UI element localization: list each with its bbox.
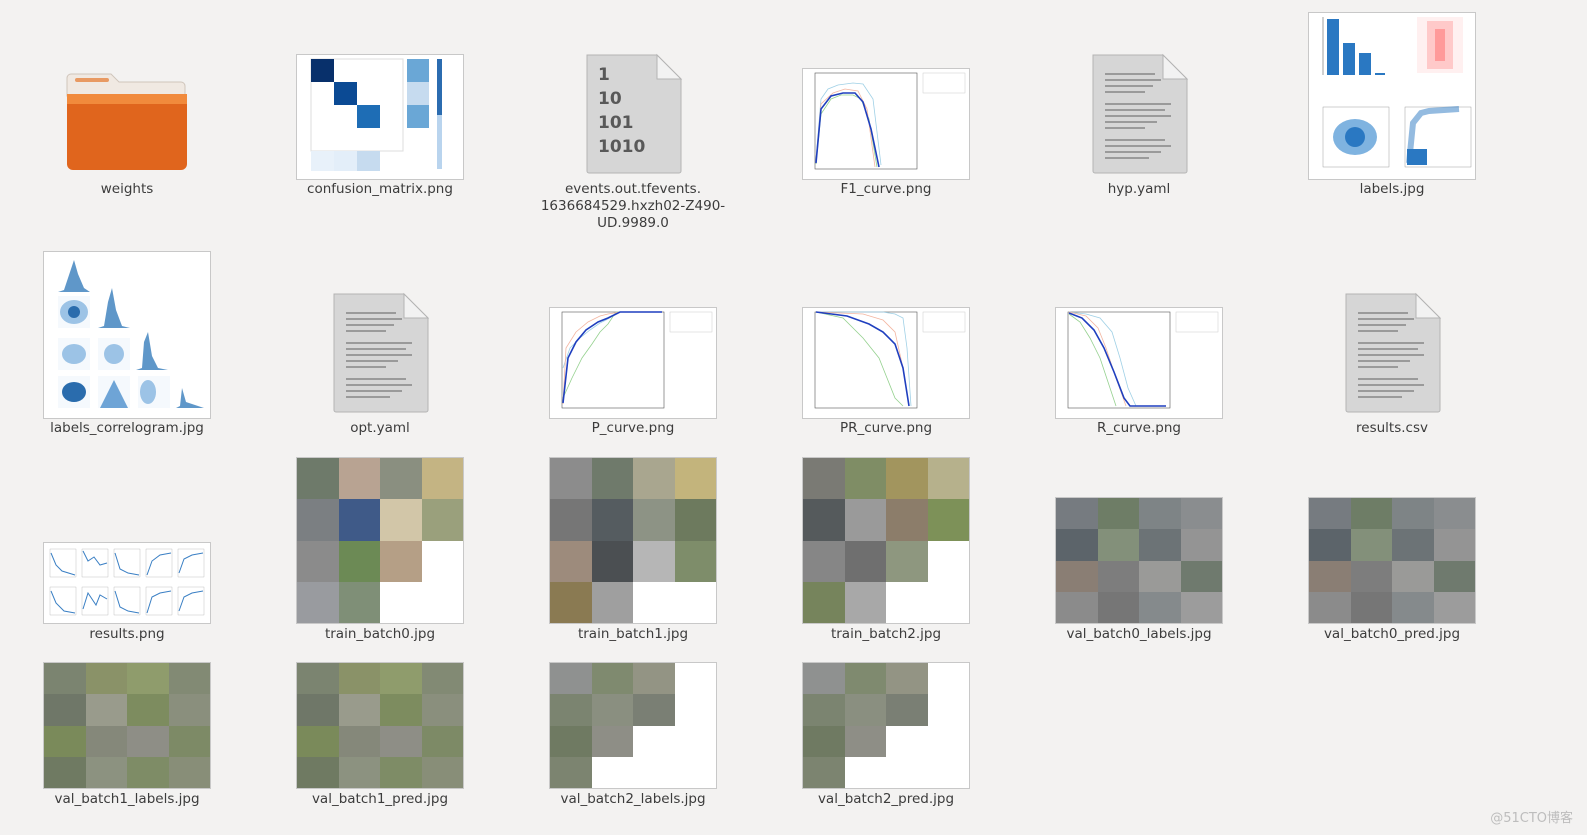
- file-name: labels_correlogram.jpg: [50, 420, 204, 436]
- file-name: F1_curve.png: [840, 181, 932, 197]
- image-thumbnail: [802, 68, 970, 180]
- image-thumbnail: [549, 307, 717, 419]
- watermark: @51CTO博客: [1490, 811, 1573, 826]
- text-file-icon: [1092, 53, 1189, 174]
- file-item-labels-correlogram[interactable]: labels_correlogram.jpg: [2, 240, 252, 440]
- text-file-icon: [333, 292, 430, 413]
- image-thumbnail: [43, 662, 211, 789]
- image-thumbnail: [43, 542, 211, 624]
- file-name: hyp.yaml: [1107, 181, 1171, 197]
- text-file-icon: [1345, 292, 1442, 413]
- file-name: opt.yaml: [350, 420, 410, 436]
- file-name: results.csv: [1356, 420, 1428, 436]
- file-name: train_batch2.jpg: [830, 626, 942, 642]
- file-name: results.png: [89, 626, 165, 642]
- file-name: val_batch0_labels.jpg: [1066, 626, 1212, 642]
- image-thumbnail: [802, 457, 970, 624]
- file-name: weights: [100, 181, 154, 197]
- file-name: events.out.tfevents. 1636684529.hxzh02-Z…: [540, 181, 726, 231]
- file-item-labels-jpg[interactable]: labels.jpg: [1267, 0, 1517, 200]
- file-item-confusion-matrix[interactable]: confusion_matrix.png: [255, 0, 505, 200]
- file-item-opt-yaml[interactable]: opt.yaml: [255, 240, 505, 440]
- file-item-events[interactable]: 1 10 101 1010 events.out.tfevents. 16366…: [508, 0, 758, 231]
- file-name: val_batch0_pred.jpg: [1323, 626, 1461, 642]
- file-item-pr-curve[interactable]: PR_curve.png: [761, 240, 1011, 440]
- image-thumbnail: [549, 457, 717, 624]
- file-item-weights[interactable]: weights: [2, 0, 252, 200]
- file-item-train-batch0[interactable]: train_batch0.jpg: [255, 450, 505, 650]
- binary-lines: 1 10 101 1010: [598, 65, 646, 157]
- file-name: P_curve.png: [591, 420, 675, 436]
- file-item-val-batch0-labels[interactable]: val_batch0_labels.jpg: [1014, 450, 1264, 650]
- image-thumbnail: [296, 457, 464, 624]
- file-item-val-batch0-pred[interactable]: val_batch0_pred.jpg: [1267, 450, 1517, 650]
- image-thumbnail: [296, 54, 464, 180]
- image-thumbnail: [549, 662, 717, 789]
- file-item-val-batch2-labels[interactable]: val_batch2_labels.jpg: [508, 655, 758, 825]
- image-thumbnail: [1308, 497, 1476, 624]
- file-name: val_batch1_pred.jpg: [311, 791, 449, 807]
- image-thumbnail: [296, 662, 464, 789]
- file-name: train_batch0.jpg: [324, 626, 436, 642]
- file-item-val-batch1-pred[interactable]: val_batch1_pred.jpg: [255, 655, 505, 825]
- file-grid: weights confusion_matrix.png 1 10 101 10…: [0, 0, 1587, 835]
- file-name: val_batch2_pred.jpg: [817, 791, 955, 807]
- file-name: R_curve.png: [1097, 420, 1181, 436]
- image-thumbnail: [1055, 497, 1223, 624]
- image-thumbnail: [1055, 307, 1223, 419]
- file-item-train-batch2[interactable]: train_batch2.jpg: [761, 450, 1011, 650]
- file-name: val_batch2_labels.jpg: [560, 791, 706, 807]
- folder-icon: [66, 73, 187, 170]
- file-item-train-batch1[interactable]: train_batch1.jpg: [508, 450, 758, 650]
- file-name: val_batch1_labels.jpg: [54, 791, 200, 807]
- image-thumbnail: [802, 662, 970, 789]
- file-name: labels.jpg: [1359, 181, 1425, 197]
- image-thumbnail: [1308, 12, 1476, 180]
- image-thumbnail: [43, 251, 211, 419]
- file-item-f1-curve[interactable]: F1_curve.png: [761, 0, 1011, 200]
- file-name: confusion_matrix.png: [307, 181, 453, 197]
- file-item-val-batch1-labels[interactable]: val_batch1_labels.jpg: [2, 655, 252, 825]
- file-name: PR_curve.png: [839, 420, 933, 436]
- file-item-r-curve[interactable]: R_curve.png: [1014, 240, 1264, 440]
- file-item-hyp-yaml[interactable]: hyp.yaml: [1014, 0, 1264, 200]
- file-item-p-curve[interactable]: P_curve.png: [508, 240, 758, 440]
- file-item-results-csv[interactable]: results.csv: [1267, 240, 1517, 440]
- file-item-val-batch2-pred[interactable]: val_batch2_pred.jpg: [761, 655, 1011, 825]
- file-item-results-png[interactable]: results.png: [2, 450, 252, 650]
- image-thumbnail: [802, 307, 970, 419]
- file-name: train_batch1.jpg: [577, 626, 689, 642]
